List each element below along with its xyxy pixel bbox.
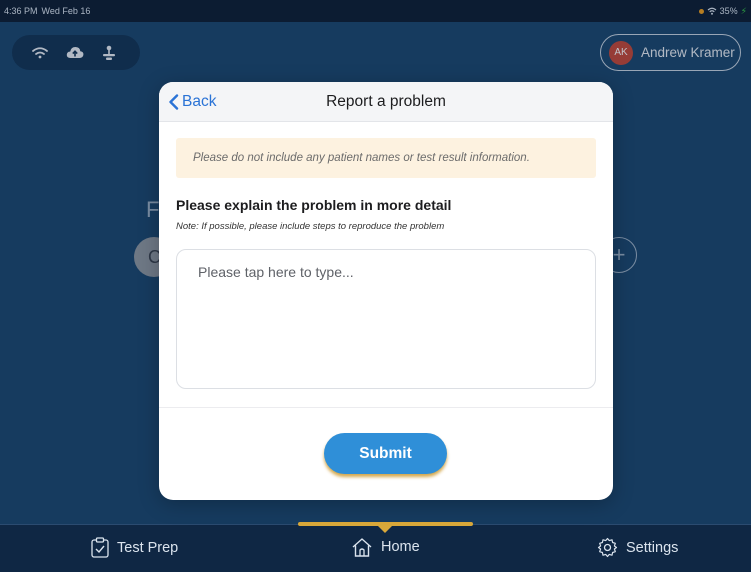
nav-label: Home xyxy=(381,539,420,555)
dialog-title: Report a problem xyxy=(326,92,446,110)
nav-item-home[interactable]: Home xyxy=(351,537,420,557)
dialog-divider xyxy=(159,407,613,408)
back-button[interactable]: Back xyxy=(168,82,216,122)
nav-item-settings[interactable]: Settings xyxy=(597,537,678,558)
detail-heading: Please explain the problem in more detai… xyxy=(176,197,452,213)
home-icon xyxy=(352,538,372,557)
report-problem-dialog: Back Report a problem Please do not incl… xyxy=(159,82,613,500)
nav-item-test-prep[interactable]: Test Prep xyxy=(91,537,178,558)
bottom-navigation: Test Prep Home Settings xyxy=(0,522,751,572)
privacy-notice: Please do not include any patient names … xyxy=(176,138,596,178)
problem-detail-input[interactable] xyxy=(176,249,596,389)
active-tab-caret xyxy=(377,525,393,533)
nav-label: Test Prep xyxy=(117,539,179,556)
submit-button[interactable]: Submit xyxy=(324,433,447,474)
gear-icon xyxy=(597,537,618,558)
back-label: Back xyxy=(182,93,217,110)
dialog-header: Back Report a problem xyxy=(159,82,613,122)
chevron-left-icon xyxy=(169,94,179,110)
detail-note: Note: If possible, please include steps … xyxy=(176,221,445,232)
clipboard-check-icon xyxy=(91,537,109,558)
nav-label: Settings xyxy=(626,539,679,556)
